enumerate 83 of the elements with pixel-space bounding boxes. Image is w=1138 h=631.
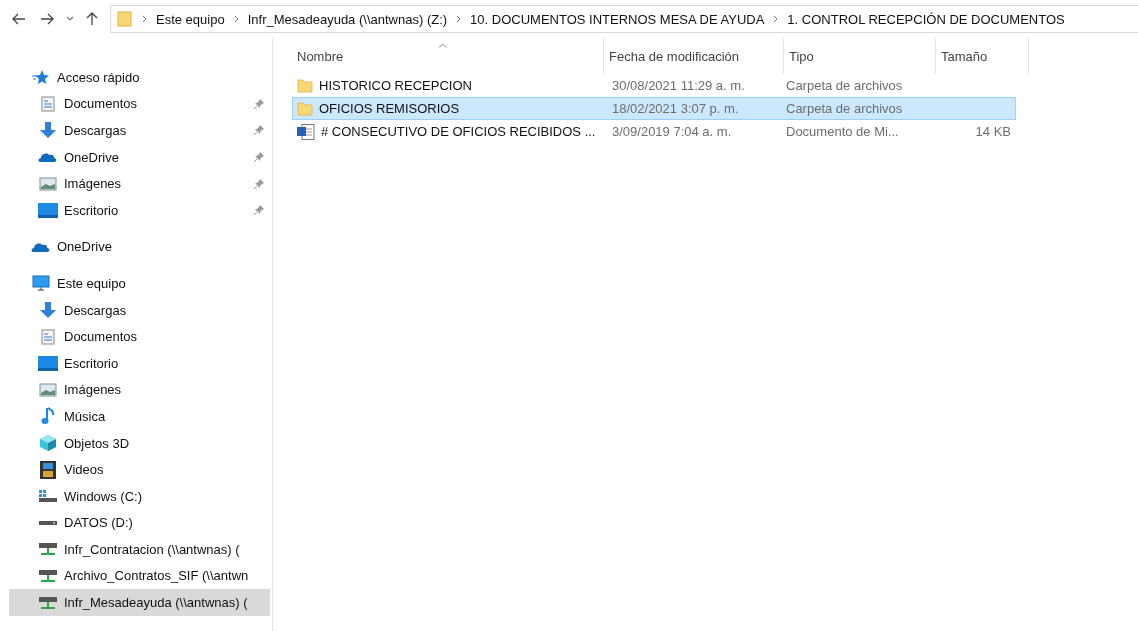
file-type: Carpeta de archivos — [786, 101, 903, 116]
down-arrow-icon — [39, 301, 57, 320]
desktop-icon — [38, 355, 58, 371]
cloud-icon — [38, 151, 58, 164]
breadcrumb[interactable]: 10. DOCUMENTOS INTERNOS MESA DE AYUDA — [470, 11, 765, 27]
word-document-icon — [297, 123, 315, 140]
file-type: Carpeta de archivos — [786, 78, 903, 93]
sidebar-item[interactable]: Infr_Mesadeayuda (\\antwnas) ( — [9, 589, 270, 616]
cube-icon — [39, 434, 57, 452]
file-row[interactable]: OFICIOS REMISORIOS 18/02/2021 3:07 p. m. Carpeta de archivos — [292, 97, 1016, 120]
sidebar-item[interactable]: Acceso rápido — [0, 64, 272, 91]
chevron-right-icon — [773, 15, 779, 23]
sidebar-item[interactable]: Escritorio — [0, 349, 272, 377]
pin-icon[interactable] — [253, 177, 265, 190]
sidebar-item[interactable]: Imágenes — [0, 170, 272, 197]
file-type: Documento de Mi... — [786, 124, 899, 139]
monitor-icon — [32, 275, 50, 292]
sidebar-item[interactable]: DATOS (D:) — [0, 509, 272, 537]
sidebar-item[interactable]: Objetos 3D — [0, 429, 272, 457]
pin-icon[interactable] — [253, 97, 265, 110]
column-header[interactable]: Fecha de modificación — [604, 38, 784, 74]
sidebar-item[interactable]: OneDrive — [0, 233, 272, 261]
column-header[interactable]: Nombre — [292, 38, 604, 74]
network-drive-icon — [38, 595, 58, 610]
forward-arrow-icon[interactable] — [40, 13, 54, 25]
file-name: OFICIOS REMISORIOS — [319, 101, 460, 116]
column-label: Tipo — [789, 48, 814, 64]
breadcrumb[interactable]: Este equipo — [156, 11, 225, 27]
pin-icon[interactable] — [253, 151, 265, 164]
sidebar-item[interactable]: OneDrive — [0, 143, 272, 171]
pin-icon[interactable] — [253, 124, 265, 137]
modified-date: 18/02/2021 3:07 p. m. — [612, 101, 739, 116]
sort-up-icon — [438, 43, 447, 48]
address-bar[interactable]: Este equipo Infr_Mesadeayuda (\\antwnas) (Z:) 10. DOCUMENTOS INTERNOS MESA DE AYUDA 1. CONTROL RECEPCIÓN DE DOCUMENTOS — [110, 5, 1138, 33]
music-note-icon — [41, 407, 55, 426]
file-row[interactable]: HISTORICO RECEPCION 30/08/2021 11:29 a. m. Carpeta de archivos — [292, 74, 1016, 97]
file-name: HISTORICO RECEPCION — [319, 78, 472, 93]
document-icon — [41, 95, 55, 112]
modified-date: 3/09/2019 7:04 a. m. — [612, 124, 732, 139]
modified-date: 30/08/2021 11:29 a. m. — [612, 78, 745, 93]
pin-icon[interactable] — [253, 204, 265, 217]
chevron-right-icon — [142, 15, 147, 23]
sidebar-item[interactable]: Escritorio — [0, 196, 272, 224]
column-header[interactable]: Tipo — [784, 38, 936, 74]
network-drive-icon — [38, 569, 58, 583]
sidebar-item[interactable]: Descargas — [0, 296, 272, 324]
column-label: Tamaño — [941, 48, 988, 64]
down-arrow-icon — [39, 121, 57, 140]
breadcrumb[interactable]: Infr_Mesadeayuda (\\antwnas) (Z:) — [247, 11, 448, 27]
sidebar-item[interactable]: Infr_Contratacion (\\antwnas) ( — [0, 536, 272, 563]
up-arrow-icon[interactable] — [86, 12, 98, 26]
folder-icon — [117, 11, 133, 27]
sidebar-item[interactable]: Documentos — [0, 90, 272, 118]
breadcrumb[interactable]: 1. CONTROL RECEPCIÓN DE DOCUMENTOS — [787, 11, 1065, 27]
sidebar-item[interactable]: Descargas — [0, 117, 272, 144]
chevron-right-icon — [233, 15, 239, 23]
file-size: 14 KB — [975, 124, 1011, 139]
chevron-right-icon — [456, 15, 462, 23]
sidebar-item[interactable]: Videos — [0, 456, 272, 483]
sidebar-item[interactable]: Documentos — [0, 323, 272, 350]
sidebar-item[interactable]: Este equipo — [0, 270, 272, 297]
sidebar-item[interactable]: Archivo_Contratos_SIF (\\antwn — [0, 562, 272, 590]
sidebar-item[interactable]: Windows (C:) — [0, 482, 272, 510]
column-header[interactable]: Tamaño — [936, 38, 1029, 74]
column-label: Nombre — [297, 48, 344, 64]
column-label: Fecha de modificación — [609, 48, 740, 64]
star-icon — [32, 69, 50, 86]
back-arrow-icon[interactable] — [12, 13, 26, 25]
desktop-icon — [38, 202, 58, 218]
file-row[interactable]: # CONSECUTIVO DE OFICIOS RECIBIDOS ... 3/09/2019 7:04 a. m. Documento de Mi... 14 KB — [292, 120, 1016, 143]
folder-icon — [297, 101, 313, 116]
sidebar-item[interactable]: Imágenes — [0, 376, 272, 404]
film-icon — [40, 460, 56, 479]
document-icon — [41, 328, 55, 345]
picture-icon — [39, 382, 57, 397]
chevron-down-icon[interactable] — [66, 16, 74, 22]
folder-icon — [297, 78, 313, 93]
file-name: # CONSECUTIVO DE OFICIOS RECIBIDOS ... — [321, 124, 596, 139]
picture-icon — [39, 176, 57, 191]
network-drive-icon — [38, 542, 58, 557]
drive-icon — [38, 519, 58, 526]
drive-icon — [38, 489, 58, 504]
sidebar-item[interactable]: Música — [0, 403, 272, 430]
